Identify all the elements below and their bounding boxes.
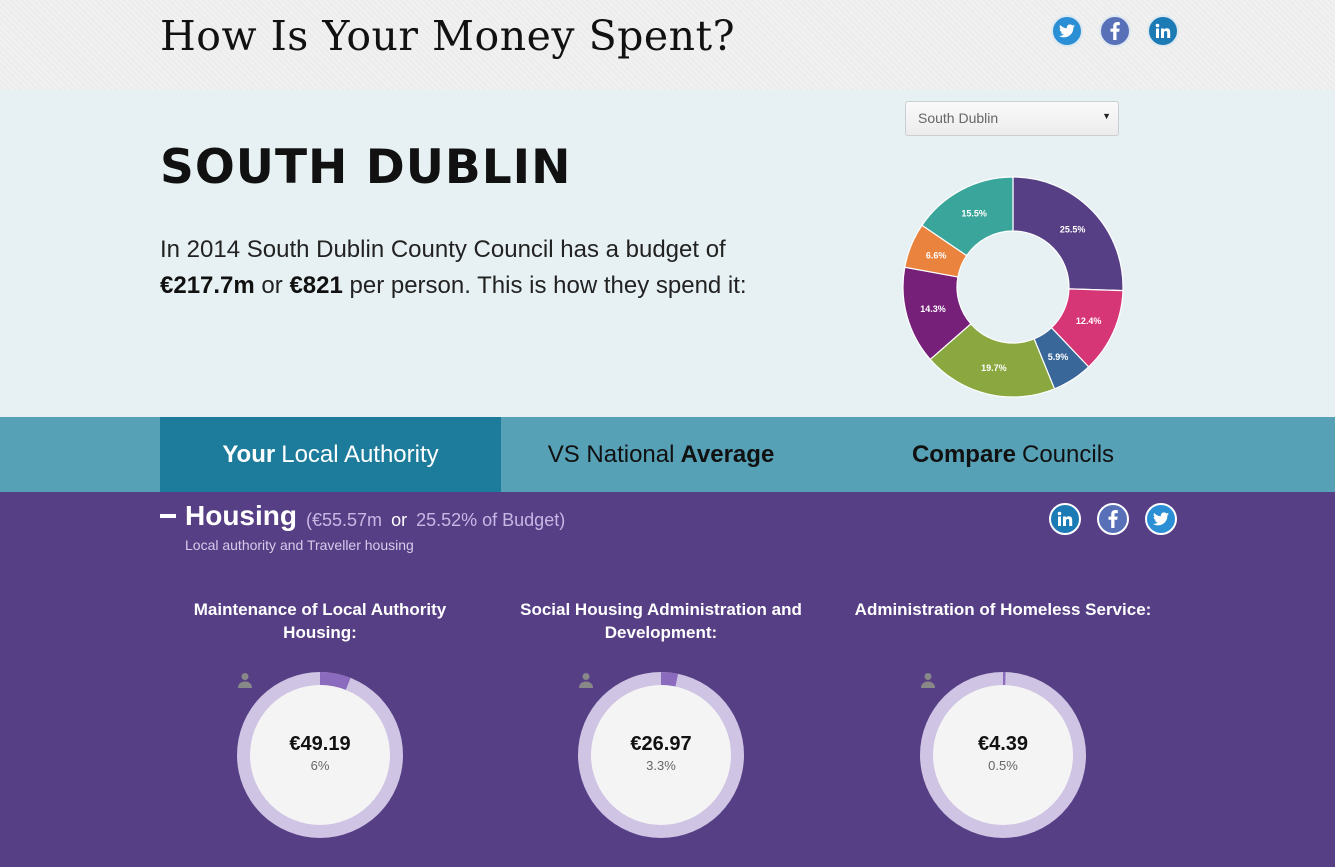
tab-compare-councils[interactable]: Compare Councils xyxy=(821,417,1205,492)
item-percent: 0.5% xyxy=(988,758,1018,773)
hero-panel: South Dublin ▼ SOUTH DUBLIN In 2014 Sout… xyxy=(0,90,1335,417)
linkedin-share-button[interactable] xyxy=(1049,503,1081,535)
item-title: Social Housing Administration and Develo… xyxy=(520,600,802,642)
donut-slice-label: 25.5% xyxy=(1060,224,1086,234)
tab-label-rest: Local Authority xyxy=(281,440,439,468)
person-icon xyxy=(238,673,252,688)
item-percent: 6% xyxy=(310,758,330,773)
intro-suffix: per person. This is how they spend it: xyxy=(349,272,747,299)
budget-intro: In 2014 South Dublin County Council has … xyxy=(160,232,860,304)
item-value: €49.19 xyxy=(289,733,351,755)
item-gauge: €49.19 6% xyxy=(237,672,403,838)
item-value: €26.97 xyxy=(630,733,692,755)
linkedin-share-button[interactable] xyxy=(1147,15,1179,47)
budget-total: €217.7m xyxy=(160,272,255,299)
item-gauge: €4.39 0.5% xyxy=(920,672,1086,838)
tab-label-rest: Councils xyxy=(1021,440,1115,468)
item-title: Administration of Homeless Service: xyxy=(854,600,1152,619)
site-header: How Is Your Money Spent? xyxy=(0,0,1335,90)
site-title: How Is Your Money Spent? xyxy=(160,12,736,60)
donut-slice-label: 12.4% xyxy=(1076,316,1102,326)
item-percent: 3.3% xyxy=(646,758,676,773)
collapse-toggle[interactable] xyxy=(160,514,176,518)
dropdown-arrow-icon: ▼ xyxy=(1102,111,1111,121)
twitter-share-button[interactable] xyxy=(1145,503,1177,535)
tab-label-rest: VS National xyxy=(547,440,675,468)
linkedin-icon xyxy=(1155,23,1171,38)
region-select-value: South Dublin xyxy=(918,110,999,126)
region-select[interactable]: South Dublin ▼ xyxy=(905,101,1119,136)
section-share: 25.52% of Budget) xyxy=(416,510,566,530)
section-amount: (€55.57m xyxy=(306,510,383,530)
donut-slice-label: 6.6% xyxy=(926,251,947,261)
tab-label-bold: Average xyxy=(680,440,775,468)
twitter-icon xyxy=(1153,512,1169,526)
donut-slice-label: 5.9% xyxy=(1048,352,1069,362)
tab-vs-national-average[interactable]: VS National Average xyxy=(501,417,821,492)
facebook-icon xyxy=(1110,22,1120,40)
item-title: Maintenance of Local Authority Housing: xyxy=(193,600,447,642)
tab-label-bold: Compare xyxy=(911,440,1016,468)
intro-or: or xyxy=(261,272,283,299)
twitter-icon xyxy=(1059,24,1075,38)
budget-donut-chart[interactable]: 25.5% 12.4% 5.9% 19.7% 14.3% 6.6% 15.5% xyxy=(902,176,1124,398)
donut-slice-label: 19.7% xyxy=(981,363,1007,373)
section-title[interactable]: Housing xyxy=(185,500,297,532)
facebook-share-button[interactable] xyxy=(1097,503,1129,535)
person-icon xyxy=(921,673,935,688)
spending-item: Maintenance of Local Authority Housing: … xyxy=(170,598,470,838)
view-tabs: Your Local Authority VS National Average… xyxy=(0,417,1335,492)
item-gauge: €26.97 3.3% xyxy=(578,672,744,838)
twitter-share-button[interactable] xyxy=(1051,15,1083,47)
linkedin-icon xyxy=(1057,511,1073,526)
section-subtitle: Local authority and Traveller housing xyxy=(185,537,414,553)
donut-slice-label: 15.5% xyxy=(961,209,987,219)
spending-item: Social Housing Administration and Develo… xyxy=(511,598,811,838)
intro-prefix: In 2014 South Dublin County Council has … xyxy=(160,236,726,263)
person-icon xyxy=(579,673,593,688)
tab-your-local-authority[interactable]: Your Local Authority xyxy=(160,417,501,492)
housing-section: Housing (€55.57m or 25.52% of Budget) Lo… xyxy=(0,492,1335,867)
section-or: or xyxy=(391,510,408,530)
spending-item: Administration of Homeless Service: €4.3… xyxy=(853,598,1153,838)
tab-label-bold: Your xyxy=(222,440,276,468)
donut-slice-label: 14.3% xyxy=(920,304,946,314)
item-value: €4.39 xyxy=(977,733,1029,755)
section-budget-meta: (€55.57m or 25.52% of Budget) xyxy=(306,510,565,531)
budget-per-person: €821 xyxy=(289,272,343,299)
facebook-share-button[interactable] xyxy=(1099,15,1131,47)
council-name: SOUTH DUBLIN xyxy=(160,140,572,195)
facebook-icon xyxy=(1108,510,1118,528)
